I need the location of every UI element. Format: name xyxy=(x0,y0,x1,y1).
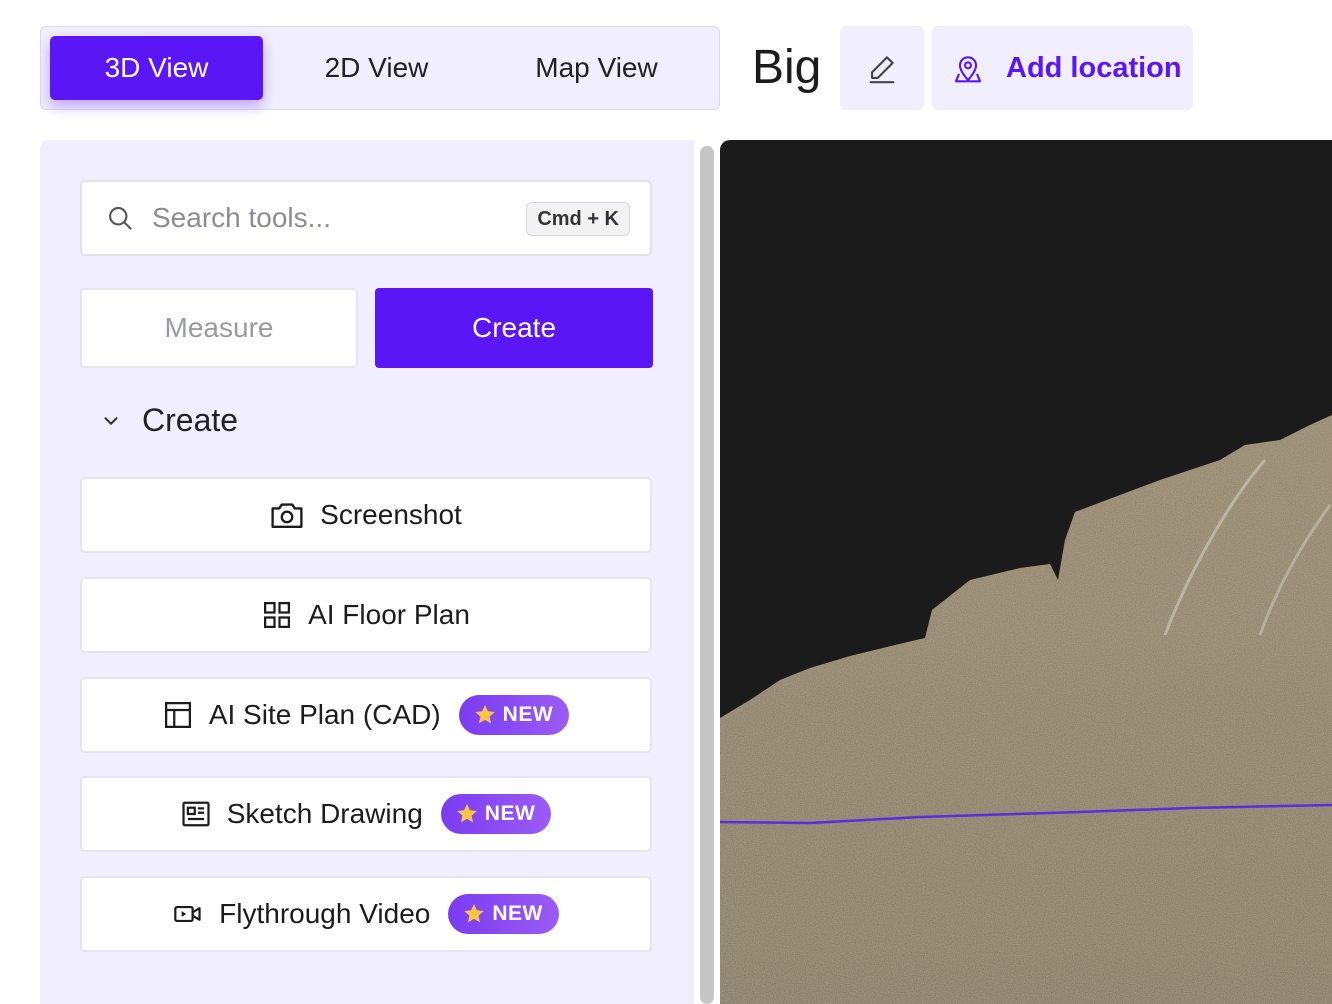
video-icon xyxy=(174,905,201,923)
star-icon xyxy=(456,804,477,823)
pencil-icon xyxy=(869,56,895,84)
badge-label: NEW xyxy=(484,802,536,825)
tool-label: AI Floor Plan xyxy=(308,599,470,630)
badge-label: NEW xyxy=(492,902,543,925)
section-title: Create xyxy=(142,402,239,438)
search-placeholder: Search tools... xyxy=(152,202,331,233)
ai-floor-plan-tool-button[interactable]: AI Floor Plan xyxy=(80,577,652,653)
sketch-drawing-tool-button[interactable]: Sketch Drawing NEW xyxy=(80,776,652,852)
newspaper-icon xyxy=(182,801,210,827)
tab-2d-view[interactable]: 2D View xyxy=(270,36,483,100)
add-location-button[interactable]: Add location xyxy=(932,26,1193,110)
camera-icon xyxy=(271,503,303,528)
new-badge: NEW xyxy=(448,894,559,934)
tool-label: AI Site Plan (CAD) xyxy=(208,699,441,730)
grid-icon xyxy=(264,602,291,628)
keyboard-shortcut-badge: Cmd + K xyxy=(526,202,630,236)
create-section-toggle[interactable]: Create xyxy=(100,402,238,439)
terrain-scan xyxy=(720,415,1332,1004)
screenshot-tool-button[interactable]: Screenshot xyxy=(80,477,652,553)
edit-title-button[interactable] xyxy=(840,26,924,110)
map-pin-icon xyxy=(954,56,982,83)
star-icon xyxy=(474,705,495,724)
badge-label: NEW xyxy=(502,703,554,726)
panel-scrollbar[interactable] xyxy=(700,146,714,1004)
search-icon xyxy=(109,207,132,230)
tool-label: Flythrough Video xyxy=(219,898,431,929)
chevron-down-icon xyxy=(104,416,118,425)
tab-3d-view[interactable]: 3D View xyxy=(50,36,263,100)
tab-map-view[interactable]: Map View xyxy=(490,36,703,100)
tool-label: Screenshot xyxy=(320,499,462,530)
tools-panel: Search tools... Cmd + K Measure Create C… xyxy=(40,140,694,1004)
search-tools-input[interactable]: Search tools... Cmd + K xyxy=(80,180,652,256)
add-location-label: Add location xyxy=(1006,51,1182,84)
measure-mode-button[interactable]: Measure xyxy=(80,288,358,368)
new-badge: NEW xyxy=(440,794,552,834)
ai-site-plan-tool-button[interactable]: AI Site Plan (CAD) NEW xyxy=(80,677,652,753)
3d-viewport[interactable] xyxy=(720,140,1332,1004)
view-switcher: 3D View 2D View Map View xyxy=(40,26,720,110)
tool-label: Sketch Drawing xyxy=(226,798,423,829)
flythrough-video-tool-button[interactable]: Flythrough Video NEW xyxy=(80,876,652,952)
project-title: Big xyxy=(752,41,822,94)
create-mode-button[interactable]: Create xyxy=(375,288,653,368)
star-icon xyxy=(464,904,485,923)
layout-icon xyxy=(164,702,191,728)
new-badge: NEW xyxy=(458,695,570,735)
